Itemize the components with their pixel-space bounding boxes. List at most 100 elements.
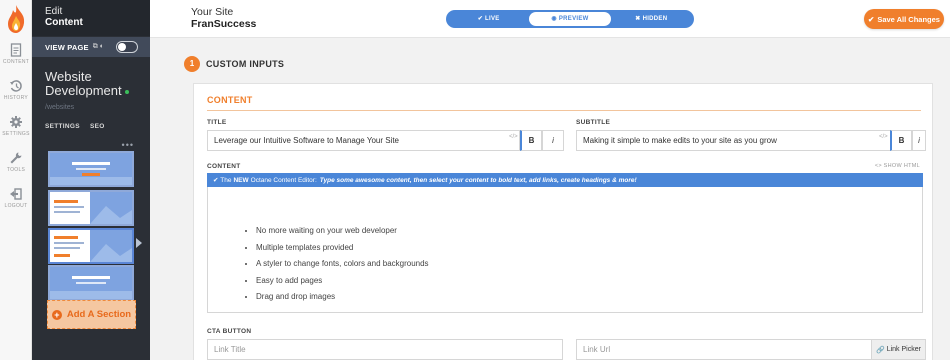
- tab-seo[interactable]: SEO: [90, 123, 105, 130]
- editor-notice-mid: Octane Content Editor:: [250, 176, 317, 184]
- link-title-input[interactable]: Link Title: [207, 339, 563, 360]
- rail-item-logout[interactable]: LOGOUT: [0, 187, 32, 209]
- subtitle-label: SUBTITLE: [576, 119, 611, 126]
- rail-item-content[interactable]: CONTENT: [0, 43, 32, 65]
- cta-button-label: CTA BUTTON: [207, 328, 252, 335]
- title-label: TITLE: [207, 119, 227, 126]
- card-divider: [207, 110, 921, 111]
- list-item: No more waiting on your web developer: [256, 223, 429, 240]
- active-section-arrow: [136, 238, 142, 248]
- link-picker-button[interactable]: 🔗 Link Picker: [871, 339, 926, 360]
- section-thumbnail-image: [50, 192, 132, 224]
- code-view-icon[interactable]: </>: [509, 134, 518, 140]
- check-icon: ✔: [213, 177, 221, 184]
- title-input-value: Leverage our Intuitive Software to Manag…: [214, 136, 400, 145]
- site-name-line2: FranSuccess: [191, 18, 257, 30]
- rail-label-history: HISTORY: [3, 95, 29, 101]
- external-link-icon[interactable]: ⧉ ◐: [93, 43, 104, 51]
- section-thumbnail[interactable]: [48, 265, 134, 301]
- section-thumbnail-active[interactable]: [48, 228, 134, 264]
- rail-item-history[interactable]: HISTORY: [0, 79, 32, 101]
- flame-logo-icon[interactable]: [5, 4, 27, 34]
- rail-label-content: CONTENT: [2, 59, 30, 65]
- more-options-icon[interactable]: •••: [122, 141, 134, 150]
- plus-icon: +: [51, 309, 62, 320]
- panel-header-line2: Content: [45, 17, 83, 28]
- content-bullet-list: No more waiting on your web developer Mu…: [256, 223, 429, 306]
- main-content: 1 CUSTOM INPUTS CONTENT TITLE Leverage o…: [150, 39, 950, 360]
- rail-item-settings[interactable]: SETTINGS: [0, 115, 32, 137]
- link-picker-label: Link Picker: [886, 346, 921, 353]
- save-all-changes-label: Save All Changes: [877, 14, 940, 24]
- list-item: A styler to change fonts, colors and bac…: [256, 256, 429, 273]
- editor-notice-tip: Type some awesome content, then select y…: [319, 176, 637, 184]
- mode-switch: ✔ LIVE ◉ PREVIEW ✖ HIDDEN: [446, 10, 694, 28]
- section-thumbnail[interactable]: [48, 190, 134, 226]
- panel-header: Edit Content: [32, 0, 150, 36]
- subtitle-bold-button[interactable]: B: [890, 130, 912, 151]
- editor-notice-bar: ✔ The NEW Octane Content Editor: Type so…: [207, 173, 923, 187]
- title-bold-button[interactable]: B: [520, 130, 542, 151]
- link-url-input[interactable]: Link Url: [576, 339, 872, 360]
- mode-live-button[interactable]: ✔ LIVE: [448, 12, 529, 26]
- panel-header-line1: Edit: [45, 6, 63, 17]
- section-number-badge: 1: [184, 56, 200, 72]
- mode-preview-button[interactable]: ◉ PREVIEW: [529, 12, 611, 26]
- rail-label-settings: SETTINGS: [2, 131, 30, 137]
- subtitle-italic-button[interactable]: i: [912, 130, 926, 151]
- show-html-toggle[interactable]: <> SHOW HTML: [875, 163, 920, 169]
- title-italic-button[interactable]: i: [542, 130, 564, 151]
- history-icon: [10, 80, 22, 92]
- mode-live-label: LIVE: [485, 16, 500, 22]
- rail-item-tools[interactable]: TOOLS: [0, 151, 32, 173]
- live-status-dot: [124, 89, 129, 94]
- section-thumbnail-image: [50, 267, 132, 299]
- rail-label-tools: TOOLS: [6, 167, 26, 173]
- link-icon: 🔗: [876, 346, 887, 354]
- view-page-label: VIEW PAGE: [45, 42, 89, 52]
- content-card: CONTENT TITLE Leverage our Intuitive Sof…: [193, 83, 933, 360]
- page-panel: Edit Content VIEW PAGE ⧉ ◐ Website Devel…: [32, 0, 150, 360]
- list-item: Drag and drop images: [256, 289, 429, 306]
- editor-notice-new: NEW: [233, 176, 249, 184]
- wrench-icon: [10, 152, 22, 164]
- site-page-title: Website Development: [45, 70, 145, 98]
- section-thumbnail-image: [50, 230, 132, 262]
- logout-icon: [10, 188, 22, 200]
- card-title: CONTENT: [207, 95, 253, 105]
- mode-hidden-button[interactable]: ✖ HIDDEN: [611, 12, 692, 26]
- subtitle-input[interactable]: Making it simple to make edits to your s…: [576, 130, 891, 151]
- site-name: Your Site FranSuccess: [191, 6, 256, 31]
- document-icon: [10, 43, 22, 57]
- top-bar: Your Site FranSuccess ✔ LIVE ◉ PREVIEW ✖…: [150, 0, 950, 38]
- add-section-label: Add A Section: [66, 309, 132, 320]
- icon-rail: CONTENT HISTORY SETTINGS TOOLS LOGOUT: [0, 0, 32, 360]
- section-title: CUSTOM INPUTS: [206, 59, 285, 69]
- view-page-bar: VIEW PAGE ⧉ ◐: [32, 37, 150, 57]
- add-section-button[interactable]: + Add A Section: [47, 300, 136, 329]
- editor-notice-pre: The: [220, 176, 232, 184]
- section-thumbnail-image: [50, 153, 132, 185]
- link-url-placeholder: Link Url: [583, 345, 611, 354]
- site-name-line1: Your Site: [191, 6, 234, 18]
- tab-settings[interactable]: SETTINGS: [45, 123, 80, 130]
- site-page-title-text: Website Development: [45, 69, 122, 98]
- section-thumbnail[interactable]: [48, 151, 134, 187]
- list-item: Multiple templates provided: [256, 240, 429, 257]
- link-title-placeholder: Link Title: [214, 345, 246, 354]
- content-editor[interactable]: No more waiting on your web developer Mu…: [207, 187, 923, 313]
- content-label: CONTENT: [207, 163, 241, 170]
- rail-label-logout: LOGOUT: [4, 203, 28, 209]
- view-page-toggle[interactable]: [116, 41, 138, 53]
- save-all-changes-button[interactable]: ✔ Save All Changes: [864, 9, 944, 29]
- panel-tabs: SETTINGS SEO: [45, 123, 113, 130]
- check-icon: ✔: [868, 14, 875, 24]
- list-item: Easy to add pages: [256, 273, 429, 290]
- mode-preview-label: PREVIEW: [558, 16, 589, 22]
- title-input[interactable]: Leverage our Intuitive Software to Manag…: [207, 130, 520, 151]
- subtitle-input-value: Making it simple to make edits to your s…: [583, 136, 777, 145]
- gear-icon: [10, 116, 22, 128]
- site-page-path: /websites: [45, 104, 75, 111]
- code-view-icon[interactable]: </>: [879, 134, 888, 140]
- mode-hidden-label: HIDDEN: [642, 16, 668, 22]
